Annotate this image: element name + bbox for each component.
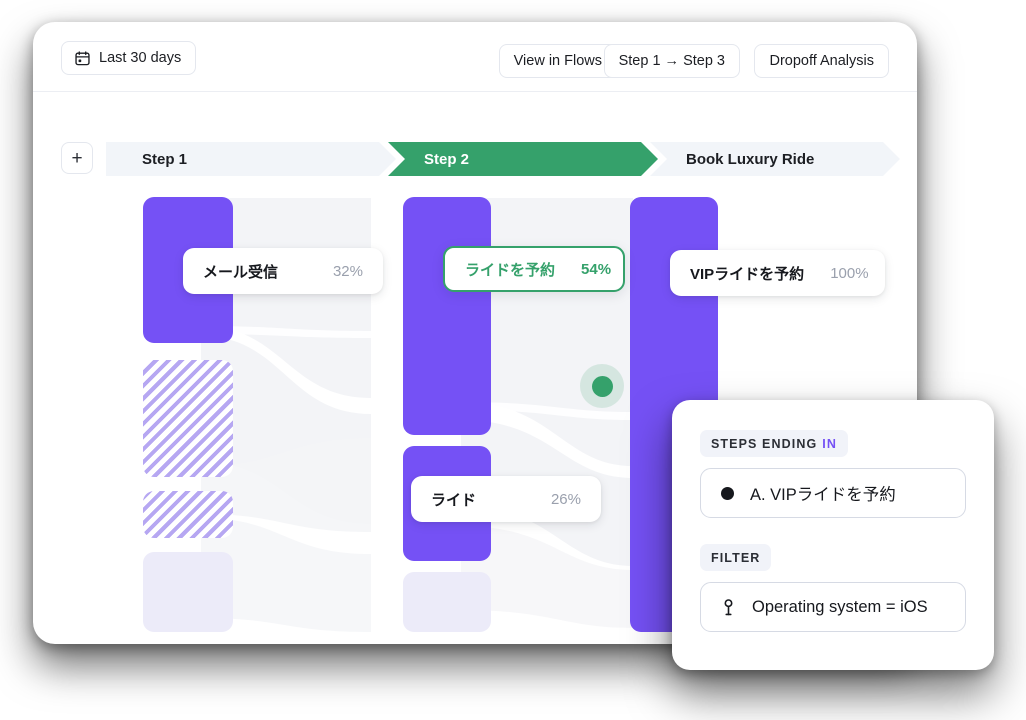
funnel-label-ride[interactable]: ライド 26% [411,476,601,522]
step-header-label: Step 1 [142,150,188,168]
bullet-icon [721,486,734,500]
step-header-label: Step 2 [424,150,470,168]
dropoff-analysis-label: Dropoff Analysis [769,53,874,69]
funnel-bar-step2-primary[interactable] [403,197,491,435]
view-in-flows-button[interactable]: View in Flows [498,44,617,78]
selected-step-pill[interactable]: A. VIPライドを予約 [700,468,966,518]
funnel-label-name: ライド [431,491,477,509]
step-header-row: + Step 1 Step 2 Book Luxury Ride [33,92,917,166]
filter-tag-label: FILTER [711,550,761,565]
dropoff-analysis-button[interactable]: Dropoff Analysis [754,44,889,78]
filter-tag: FILTER [700,544,772,571]
view-in-flows-label: View in Flows [513,53,602,69]
funnel-bar-step1-remainder[interactable] [143,552,233,632]
filter-icon [724,598,733,615]
funnel-bar-step1-hatch-1[interactable] [143,360,233,477]
funnel-label-name: ライドを予約 [465,261,556,279]
funnel-label-percent: 54% [581,260,612,278]
step-header-label: Book Luxury Ride [686,150,815,168]
selected-step-label: A. VIPライドを予約 [750,486,896,504]
step-range-button[interactable]: Step 1 → Step 3 [603,44,740,78]
steps-ending-in-tag: STEPS ENDING IN [700,430,848,457]
date-range-label: Last 30 days [99,50,182,66]
funnel-label-book-ride[interactable]: ライドを予約 54% [443,246,625,292]
filter-pill[interactable]: Operating system = iOS [700,582,966,632]
filter-value-label: Operating system = iOS [752,597,928,616]
steps-filter-panel: STEPS ENDING IN A. VIPライドを予約 FILTER Oper… [672,400,994,670]
funnel-label-name: VIPライドを予約 [690,265,805,283]
selected-node-marker [580,364,624,408]
calendar-icon [75,50,90,65]
funnel-bar-step2-remainder[interactable] [403,572,491,632]
steps-ending-in-accent: IN [822,436,837,451]
funnel-label-percent: 26% [550,490,581,508]
funnel-label-percent: 32% [332,262,363,280]
funnel-bar-step1-hatch-2[interactable] [143,491,233,538]
steps-ending-in-label: STEPS ENDING [711,436,818,451]
plus-icon: + [71,147,83,169]
funnel-label-vip-ride[interactable]: VIPライドを予約 100% [670,250,885,296]
funnel-label-percent: 100% [830,264,869,282]
step-range-label: Step 1 → Step 3 [618,53,725,69]
toolbar: Last 30 days View in Flows Step 1 → Step… [33,22,917,92]
date-range-button[interactable]: Last 30 days [61,41,197,75]
screenshot-root: Last 30 days View in Flows Step 1 → Step… [0,0,1026,720]
funnel-label-name: メール受信 [203,263,279,281]
funnel-label-mail-received[interactable]: メール受信 32% [183,248,383,294]
